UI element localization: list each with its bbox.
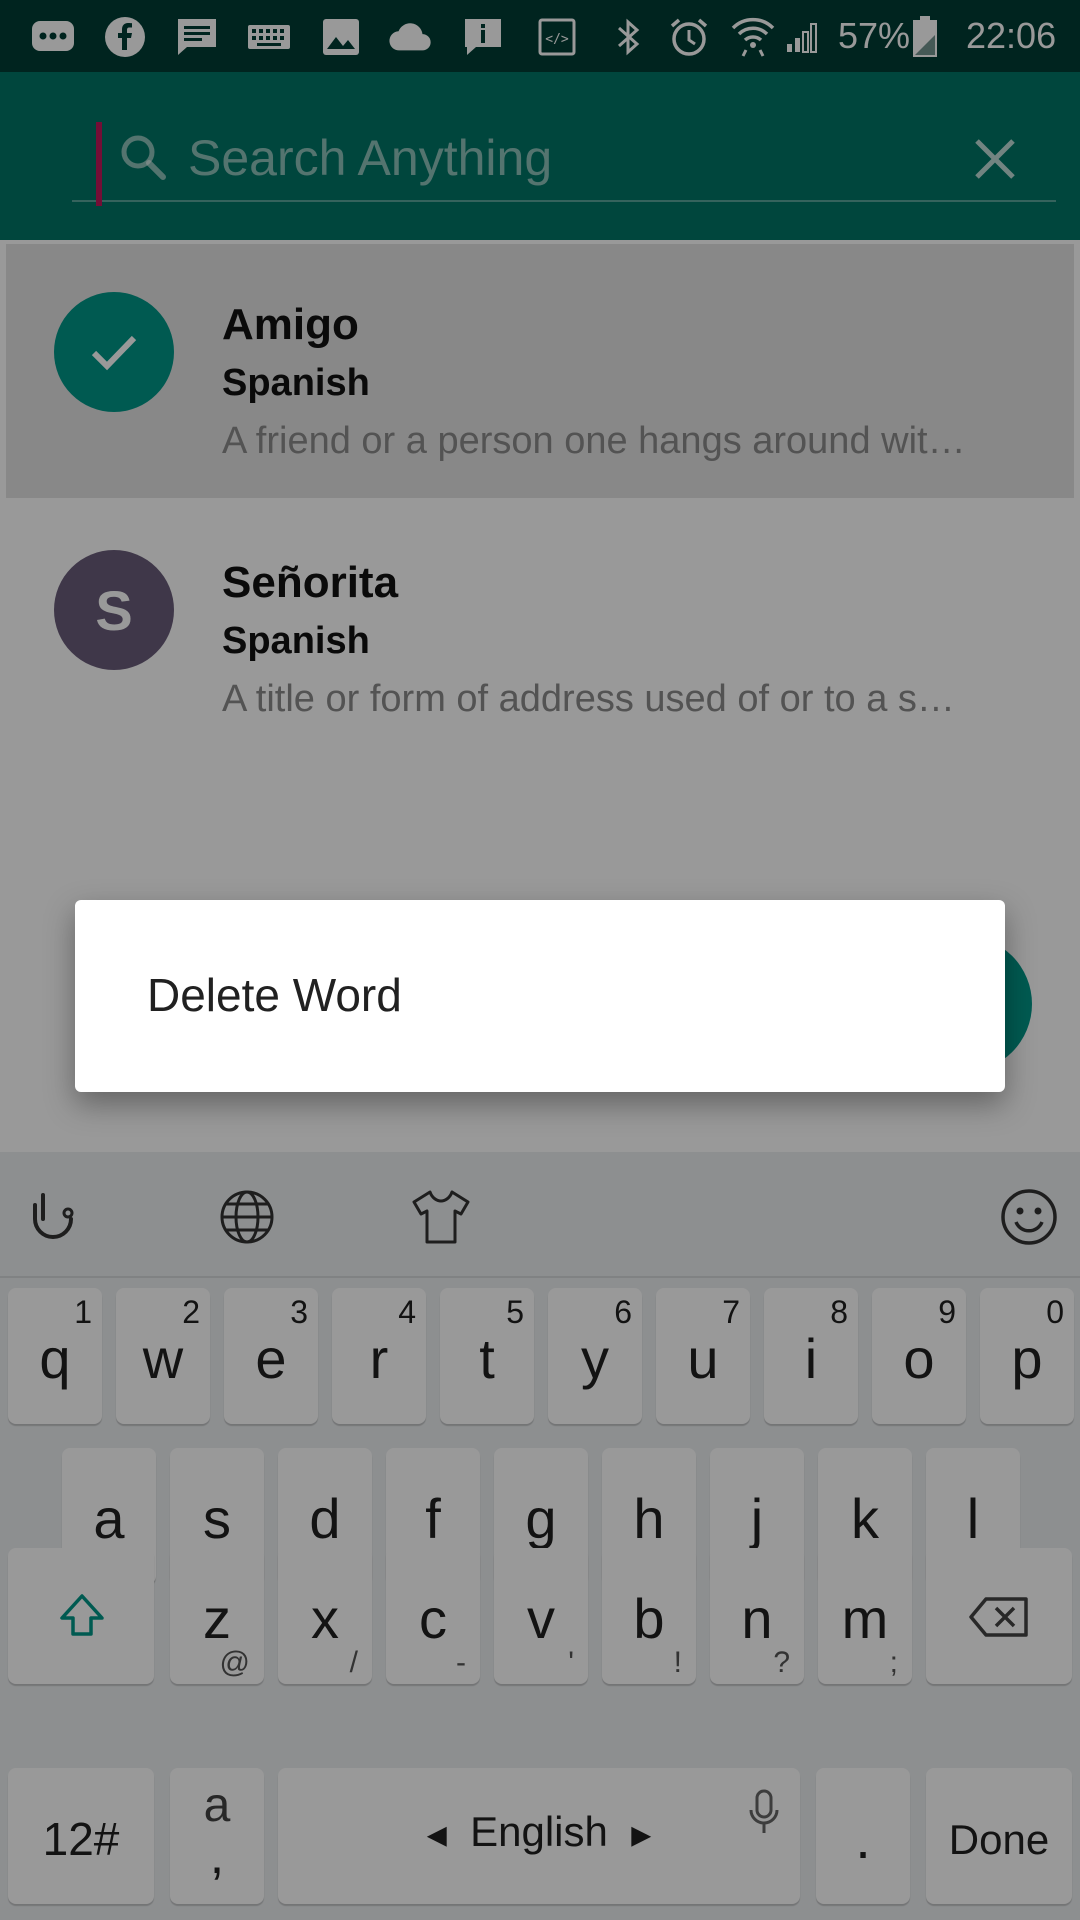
word-options-dialog: Delete Word	[75, 900, 1005, 1092]
delete-word-option[interactable]: Delete Word	[147, 968, 402, 1022]
